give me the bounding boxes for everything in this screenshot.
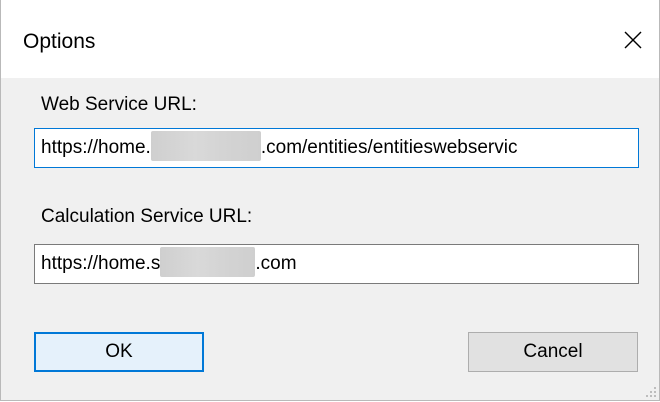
- dialog-titlebar[interactable]: Options: [1, 0, 659, 78]
- web-service-url-field[interactable]: https://home. .com/entities/entitieswebse…: [34, 128, 639, 168]
- web-service-url-label: Web Service URL:: [41, 94, 197, 115]
- web-service-url-prefix: https://home.: [41, 137, 151, 158]
- calculation-service-url-field[interactable]: https://home.s .com: [34, 244, 639, 284]
- dialog-title: Options: [23, 30, 96, 53]
- close-icon: [624, 31, 642, 49]
- web-service-url-suffix: .com/entities/entitieswebservic: [260, 137, 518, 158]
- options-dialog: Options Web Service URL: https://home. .c…: [0, 0, 660, 401]
- ok-button[interactable]: OK: [34, 332, 204, 372]
- calculation-service-url-prefix: https://home.s: [41, 253, 161, 274]
- cancel-button[interactable]: Cancel: [468, 332, 638, 372]
- calculation-service-url-label: Calculation Service URL:: [41, 206, 253, 227]
- redacted-blur: [150, 131, 261, 162]
- close-button[interactable]: [613, 20, 653, 60]
- calculation-service-url-suffix: .com: [255, 253, 297, 274]
- resize-grip-icon[interactable]: [645, 386, 657, 398]
- redacted-blur: [160, 247, 256, 278]
